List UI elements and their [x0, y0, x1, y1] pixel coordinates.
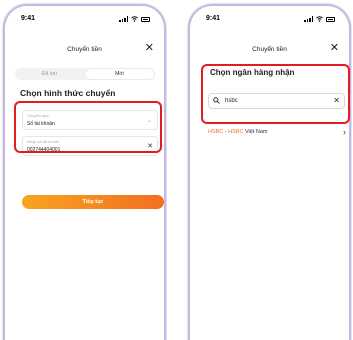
tab-new[interactable]: Mới [85, 69, 154, 79]
section-title: Chọn ngân hàng nhận [210, 68, 295, 77]
continue-button[interactable]: Tiếp tục [22, 195, 164, 209]
wifi-icon [131, 16, 138, 22]
highlight-box [14, 101, 162, 153]
chevron-right-icon: › [343, 127, 346, 137]
bank-search-input[interactable]: hsbc ✕ [208, 93, 345, 109]
tab-saved[interactable]: Đã lưu [15, 68, 84, 80]
search-icon [213, 97, 220, 104]
wifi-icon [316, 16, 323, 22]
phone-frame-left: 9:41 Chuyển tiền ✕ Đã lưu Mới Chọn hình … [3, 4, 166, 340]
status-time: 9:41 [206, 15, 221, 22]
section-title: Chọn hình thức chuyển [20, 88, 116, 98]
battery-icon [326, 16, 335, 22]
search-value: hsbc [225, 98, 238, 104]
clear-icon[interactable]: ✕ [333, 96, 340, 105]
page-title: Chuyển tiền [252, 46, 287, 53]
signal-icon [119, 16, 128, 22]
close-icon[interactable]: ✕ [330, 43, 339, 54]
phone-frame-right: 9:41 Chuyển tiền ✕ [188, 4, 351, 340]
status-bar: 9:41 [190, 15, 349, 25]
bank-list-item[interactable]: HSBC - HSBC Việt Nam › [208, 127, 348, 139]
battery-icon [141, 16, 150, 22]
signal-icon [304, 16, 313, 22]
status-time: 9:41 [21, 15, 36, 22]
bank-name: HSBC - HSBC Việt Nam [208, 129, 268, 135]
segmented-control: Đã lưu Mới [15, 68, 155, 80]
status-bar: 9:41 [5, 15, 164, 25]
page-title: Chuyển tiền [67, 46, 102, 53]
close-icon[interactable]: ✕ [145, 43, 154, 54]
